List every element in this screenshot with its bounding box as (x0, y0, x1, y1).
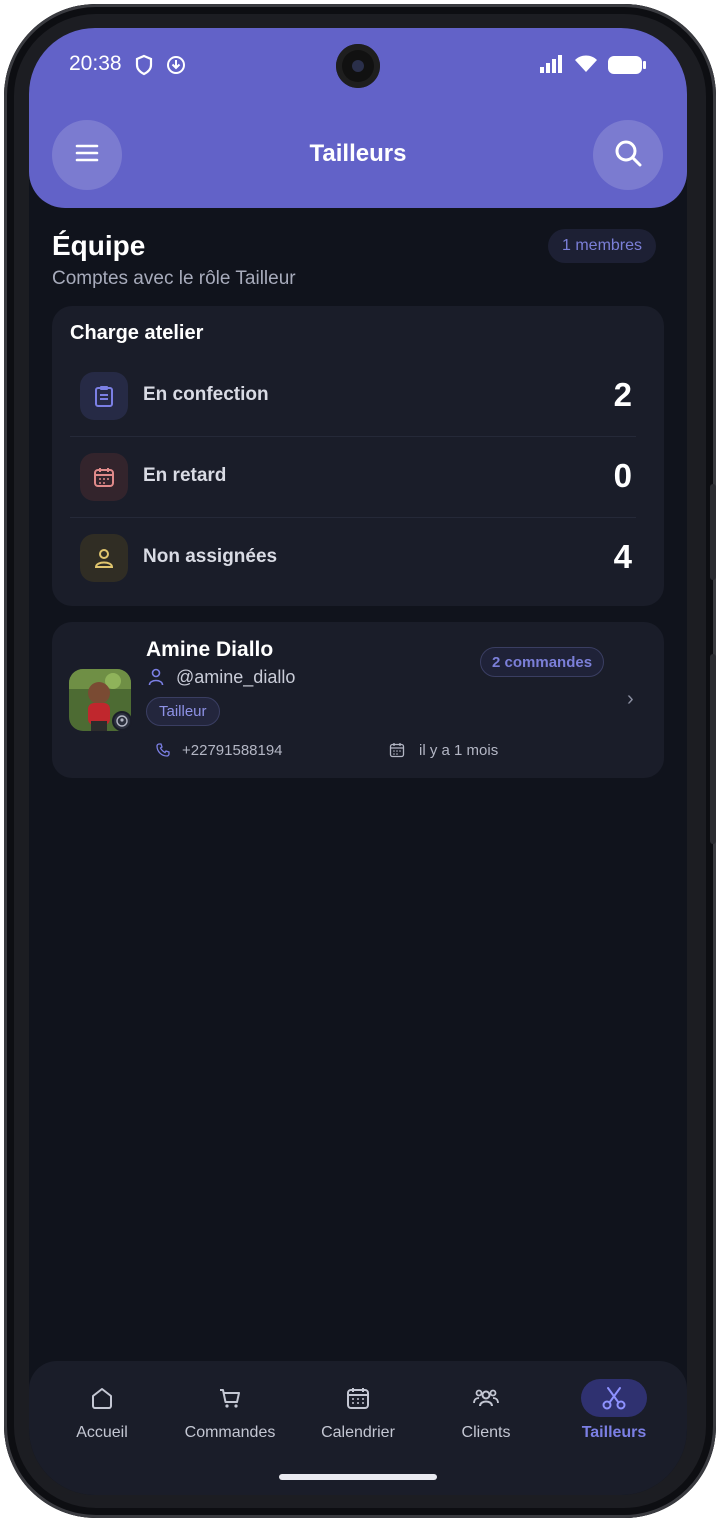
person-icon (80, 534, 128, 582)
clients-icon (453, 1379, 519, 1417)
user-icon (148, 668, 164, 691)
nav-label: Clients (461, 1424, 511, 1441)
search-button[interactable] (593, 120, 663, 190)
role-badge-icon (112, 711, 132, 731)
calendar-icon (389, 742, 405, 763)
member-phone: +22791588194 (182, 742, 283, 759)
members-count-badge: 1 membres (548, 229, 657, 263)
volume-button (710, 484, 716, 580)
section-title: Équipe (52, 230, 146, 261)
app-header: 20:38 Tailleurs (29, 28, 687, 208)
nav-label: Tailleurs (581, 1424, 647, 1441)
workload-card: Charge atelier En confection 2 En retard… (52, 306, 664, 606)
phone-icon (156, 743, 170, 762)
stat-value: 0 (613, 457, 632, 494)
member-name: Amine Diallo (146, 638, 274, 661)
calendar-icon (80, 453, 128, 501)
nav-item-tailors[interactable]: Tailleurs (548, 1361, 680, 1471)
stat-row-unassigned[interactable]: Non assignées 4 (70, 518, 636, 599)
stat-value: 4 (613, 538, 632, 575)
search-icon (613, 138, 643, 173)
workload-title: Charge atelier (70, 322, 204, 344)
orders-count-badge: 2 commandes (480, 647, 605, 677)
member-card[interactable]: Amine Diallo @amine_diallo Tailleur 2 co… (52, 622, 664, 778)
wifi-icon (573, 54, 599, 79)
stat-label: En retard (143, 465, 227, 486)
nav-label: Accueil (76, 1424, 128, 1441)
stat-value: 2 (613, 376, 632, 413)
scissors-icon (581, 1379, 647, 1417)
stat-row-in-progress[interactable]: En confection 2 (70, 356, 636, 437)
stat-label: Non assignées (143, 546, 278, 567)
clipboard-icon (80, 372, 128, 420)
nav-item-home[interactable]: Accueil (36, 1361, 168, 1471)
cart-icon (197, 1379, 263, 1417)
page-title: Tailleurs (309, 140, 407, 167)
home-indicator (279, 1474, 437, 1480)
calendar-icon (325, 1379, 391, 1417)
nav-label: Commandes (184, 1424, 276, 1441)
shield-icon (134, 54, 154, 81)
status-time: 20:38 (69, 52, 122, 75)
role-tag: Tailleur (146, 697, 220, 726)
battery-icon (607, 55, 647, 80)
download-circle-icon (165, 54, 187, 81)
nav-label: Calendrier (321, 1424, 395, 1441)
front-camera (336, 44, 380, 88)
home-icon (69, 1379, 135, 1417)
stat-row-late[interactable]: En retard 0 (70, 437, 636, 518)
nav-item-calendar[interactable]: Calendrier (292, 1361, 424, 1471)
chevron-right-icon[interactable]: › (627, 688, 634, 711)
nav-item-orders[interactable]: Commandes (164, 1361, 296, 1471)
power-button (710, 654, 716, 844)
nav-item-clients[interactable]: Clients (420, 1361, 552, 1471)
section-subtitle: Comptes avec le rôle Tailleur (52, 268, 296, 289)
member-joined: il y a 1 mois (419, 742, 499, 759)
app-screen: 20:38 Tailleurs Équipe Comptes avec le r… (29, 28, 687, 1495)
stat-label: En confection (143, 384, 269, 405)
member-handle: @amine_diallo (176, 667, 296, 687)
signal-icon (539, 54, 565, 79)
